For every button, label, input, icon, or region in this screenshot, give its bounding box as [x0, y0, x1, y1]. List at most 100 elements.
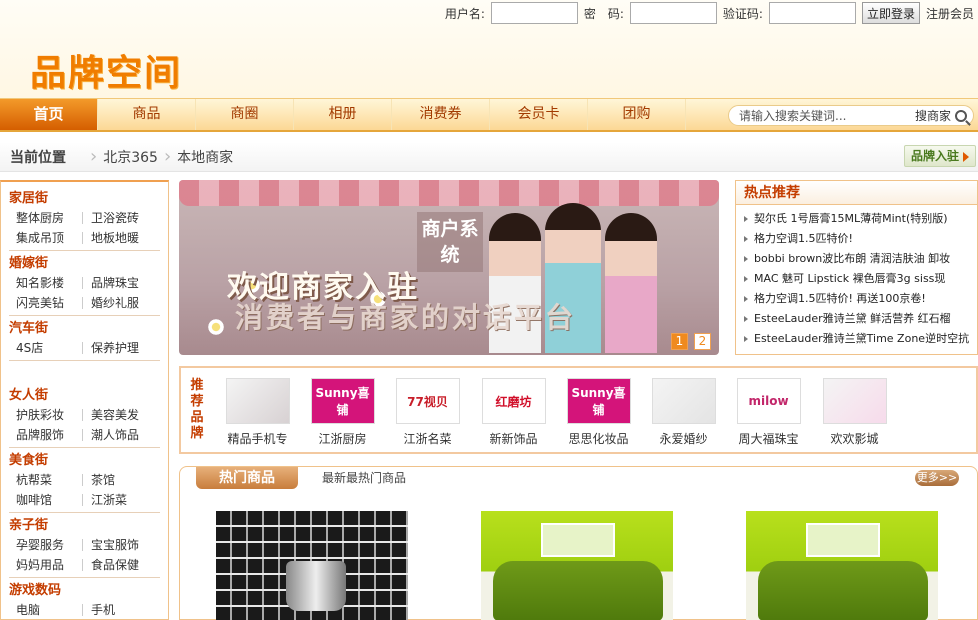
brand-item[interactable]: 红磨坊 新新饰品 — [471, 378, 556, 447]
category-row: 孕婴服务 宝宝服饰 — [9, 535, 160, 555]
category-link[interactable]: 手机 — [91, 600, 157, 620]
brand-logo[interactable]: Sunny喜铺 — [310, 378, 375, 424]
category-row: 品牌服饰 潮人饰品 — [9, 425, 160, 445]
promo-banner[interactable]: 商户系统 欢迎商家入驻 消费者与商家的对话平台 1 2 — [179, 180, 719, 355]
brand-logo[interactable]: milow — [736, 378, 801, 424]
username-input[interactable] — [490, 2, 578, 24]
divider — [82, 212, 83, 224]
category-link[interactable]: 品牌珠宝 — [91, 273, 157, 293]
hot-recommend-text: 契尔氏 1号唇膏15ML薄荷Mint(特别版) — [754, 212, 948, 225]
category-link[interactable]: 卫浴瓷砖 — [91, 208, 157, 228]
category-link[interactable]: 宝宝服饰 — [91, 535, 157, 555]
brand-logo[interactable]: 77视贝 — [395, 378, 460, 424]
category-title[interactable]: 婚嫁街 — [9, 255, 160, 273]
hot-recommend-text: bobbi brown波比布朗 清润洁肤油 卸妆 — [754, 252, 951, 265]
nav-item-district[interactable]: 商圈 — [196, 99, 294, 130]
brand-logo[interactable]: 红磨坊 — [481, 378, 546, 424]
category-title[interactable]: 女人街 — [9, 387, 160, 405]
hot-recommend-text: 格力空调1.5匹特价! — [754, 232, 853, 245]
category-link[interactable]: 品牌服饰 — [16, 425, 82, 445]
register-link[interactable]: 注册会员 — [926, 5, 974, 22]
category-title[interactable]: 汽车街 — [9, 320, 160, 338]
brand-item[interactable]: 77视贝 江浙名菜 — [385, 378, 470, 447]
category-link[interactable]: 知名影楼 — [16, 273, 82, 293]
category-row: 整体厨房 卫浴瓷砖 — [9, 208, 160, 228]
category-link[interactable]: 婚纱礼服 — [91, 293, 157, 313]
captcha-input[interactable] — [768, 2, 856, 24]
search-button[interactable]: 搜商家 — [915, 107, 955, 124]
category-link[interactable]: 保养护理 — [91, 338, 157, 358]
category-link[interactable]: 江浙菜 — [91, 490, 157, 510]
category-link[interactable]: 地板地暖 — [91, 228, 157, 248]
brand-logo[interactable] — [822, 378, 887, 424]
category-title[interactable]: 美食街 — [9, 452, 160, 470]
breadcrumb-item-local[interactable]: 本地商家 — [177, 147, 233, 167]
category-group: 游戏数码 电脑 手机 — [9, 582, 160, 620]
brand-item[interactable]: Sunny喜铺 江浙厨房 — [300, 378, 385, 447]
site-logo[interactable]: 品牌空间 — [30, 44, 182, 96]
category-link[interactable]: 电脑 — [16, 600, 82, 620]
hot-recommend-item[interactable]: 格力空调1.5匹特价! — [744, 229, 977, 249]
category-row: 妈妈用品 食品保健 — [9, 555, 160, 575]
password-input[interactable] — [629, 2, 717, 24]
hot-recommend-item[interactable]: EsteeLauder雅诗兰黛Time Zone逆时空抗 — [744, 329, 977, 349]
search-icon[interactable] — [955, 109, 967, 122]
category-title[interactable]: 游戏数码 — [9, 582, 160, 600]
category-link[interactable]: 食品保健 — [91, 555, 157, 575]
brand-item[interactable]: 欢欢影城 — [812, 378, 897, 447]
brand-logo[interactable] — [225, 378, 290, 424]
category-link[interactable]: 妈妈用品 — [16, 555, 82, 575]
category-link[interactable]: 整体厨房 — [16, 208, 82, 228]
divider — [9, 577, 160, 578]
bullet-arrow-icon — [744, 256, 748, 262]
hot-recommend-item[interactable]: bobbi brown波比布朗 清润洁肤油 卸妆 — [744, 249, 977, 269]
brand-name: 周大福珠宝 — [738, 432, 799, 446]
hot-recommend-item[interactable]: 契尔氏 1号唇膏15ML薄荷Mint(特别版) — [744, 209, 977, 229]
hot-recommend-item[interactable]: 格力空调1.5匹特价! 再送100京卷! — [744, 289, 977, 309]
category-link[interactable]: 护肤彩妆 — [16, 405, 82, 425]
brand-item[interactable]: 永爱婚纱 — [641, 378, 726, 447]
nav-item-home[interactable]: 首页 — [0, 99, 98, 130]
banner-page-2[interactable]: 2 — [694, 333, 711, 350]
category-link[interactable]: 咖啡馆 — [16, 490, 82, 510]
breadcrumb-item-city[interactable]: 北京365 — [103, 147, 158, 167]
nav-item-group-buy[interactable]: 团购 — [588, 99, 686, 130]
bullet-arrow-icon — [744, 316, 748, 322]
hot-recommend-item[interactable]: MAC 魅可 Lipstick 裸色唇膏3g siss现 — [744, 269, 977, 289]
search-input[interactable]: 请输入搜索关键词... — [739, 107, 915, 124]
category-title[interactable]: 亲子街 — [9, 517, 160, 535]
divider — [9, 315, 160, 316]
category-link[interactable]: 潮人饰品 — [91, 425, 157, 445]
product-image[interactable] — [481, 511, 673, 620]
nav-item-goods[interactable]: 商品 — [98, 99, 196, 130]
brand-logo[interactable] — [651, 378, 716, 424]
product-image[interactable] — [216, 511, 408, 620]
category-link[interactable]: 杭帮菜 — [16, 470, 82, 490]
category-link[interactable]: 集成吊顶 — [16, 228, 82, 248]
category-group: 亲子街 孕婴服务 宝宝服饰 妈妈用品 食品保健 — [9, 517, 160, 578]
hot-products-desc: 最新最热门商品 — [322, 471, 407, 485]
breadcrumb-current-label: 当前位置 — [10, 149, 66, 166]
category-title[interactable]: 家居街 — [9, 190, 160, 208]
hot-recommend-item[interactable]: EsteeLauder雅诗兰黛 鲜活营养 红石榴 — [744, 309, 977, 329]
category-link[interactable]: 闪亮美钻 — [16, 293, 82, 313]
breadcrumb: 当前位置 › 北京365 › 本地商家 品牌入驻 — [0, 142, 978, 172]
product-image[interactable] — [746, 511, 938, 620]
brand-item[interactable]: Sunny喜铺 思思化妆品 — [556, 378, 641, 447]
brand-enter-button[interactable]: 品牌入驻 — [903, 145, 976, 167]
category-link[interactable]: 4S店 — [16, 338, 82, 358]
banner-page-1[interactable]: 1 — [671, 333, 688, 350]
nav-item-member-card[interactable]: 会员卡 — [490, 99, 588, 130]
nav-item-album[interactable]: 相册 — [294, 99, 392, 130]
category-link[interactable]: 茶馆 — [91, 470, 157, 490]
brand-item[interactable]: 精品手机专 — [215, 378, 300, 447]
login-button[interactable]: 立即登录 — [861, 2, 920, 24]
brand-item[interactable]: milow 周大福珠宝 — [726, 378, 811, 447]
nav-item-coupon[interactable]: 消费券 — [392, 99, 490, 130]
brand-logo[interactable]: Sunny喜铺 — [566, 378, 631, 424]
category-link[interactable]: 美容美发 — [91, 405, 157, 425]
hot-recommend-text: EsteeLauder雅诗兰黛Time Zone逆时空抗 — [754, 332, 970, 345]
divider — [82, 494, 83, 506]
category-link[interactable]: 孕婴服务 — [16, 535, 82, 555]
more-button[interactable]: 更多>> — [915, 470, 959, 486]
